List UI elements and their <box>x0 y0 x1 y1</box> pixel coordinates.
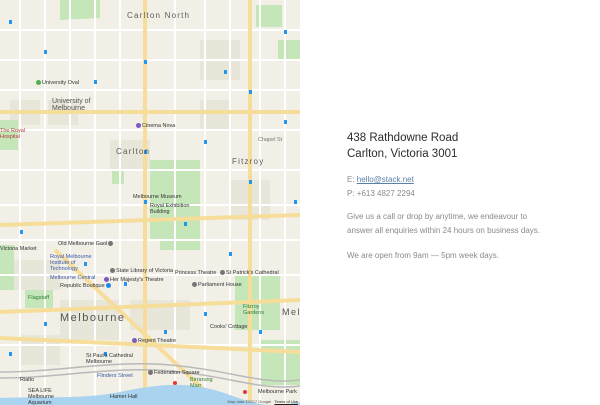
theatre-pin-icon <box>132 338 137 343</box>
poi-melbourne-central[interactable]: Melbourne Central <box>50 275 95 282</box>
area-label-carlton-north: Carlton North <box>127 11 191 20</box>
shop-pin-icon <box>105 283 111 288</box>
area-label-carlton: Carlton <box>116 147 151 156</box>
poi-her-majestys-theatre[interactable]: Her Majesty's Theatre <box>104 277 164 283</box>
area-label-melbourne-edge: Mel <box>282 307 300 317</box>
poi-state-library[interactable]: State Library of Victoria <box>110 268 173 274</box>
landmark-pin-icon <box>192 282 197 287</box>
location-map[interactable]: Carlton North Carlton Fitzroy Melbourne … <box>0 0 300 405</box>
poi-cooks-cottage[interactable]: Cooks' Cottage <box>210 324 247 331</box>
poi-victoria-market[interactable]: Victoria Market <box>0 246 37 253</box>
contact-message: Give us a call or drop by anytime, we en… <box>347 212 540 235</box>
opening-hours: We are open from 9am — 5pm week days. <box>347 251 499 260</box>
poi-st-pauls-cathedral[interactable]: St Paul's Cathedral Melbourne <box>86 353 133 365</box>
poi-fitzroy-gardens[interactable]: Fitzroy Gardens <box>243 304 264 316</box>
landmark-pin-icon <box>148 370 153 375</box>
landmark-pin-icon <box>108 241 114 246</box>
poi-flagstaff[interactable]: Flagstaff <box>28 295 49 302</box>
poi-royal-hospital[interactable]: The Royal Hospital <box>0 128 25 140</box>
terms-of-use-link[interactable]: Terms of Use <box>274 399 298 404</box>
poi-university-of-melbourne[interactable]: University of Melbourne <box>52 98 91 113</box>
library-pin-icon <box>110 268 115 273</box>
poi-princess-theatre[interactable]: Princess Theatre <box>175 270 216 277</box>
poi-flinders-street[interactable]: Flinders Street <box>97 373 133 380</box>
area-label-melbourne: Melbourne <box>60 312 126 324</box>
poi-cinema-nova[interactable]: Cinema Nova <box>136 123 175 129</box>
road-label-chapel-st: Chapel St <box>258 137 283 143</box>
poi-royal-exhibition-building[interactable]: Royal Exhibition Building <box>150 203 189 215</box>
poi-old-melbourne-gaol[interactable]: Old Melbourne Gaol <box>58 241 114 247</box>
map-attribution: Map data ©2017 Google Terms of Use <box>227 399 298 404</box>
phone-number: P: +613 4827 2294 <box>347 189 415 198</box>
contact-info-panel: 438 Rathdowne Road Carlton, Victoria 300… <box>347 130 547 263</box>
area-label-fitzroy: Fitzroy <box>232 157 265 166</box>
theatre-pin-icon <box>104 277 109 282</box>
email-link[interactable]: hello@stack.net <box>357 175 414 184</box>
church-pin-icon <box>220 270 225 275</box>
poi-republic-boutique[interactable]: Republic Boutique <box>60 283 112 289</box>
email-row: E: hello@stack.net <box>347 173 547 187</box>
poi-melbourne-park[interactable]: Melbourne Park <box>258 389 297 396</box>
address-line-1: 438 Rathdowne Road <box>347 132 459 144</box>
poi-federation-square[interactable]: Federation Square <box>148 370 200 376</box>
poi-st-patricks-cathedral[interactable]: St Patrick's Cathedral <box>220 270 279 276</box>
poi-rmit[interactable]: Royal Melbourne Institute of Technology <box>50 254 92 272</box>
park-pin-icon <box>36 80 41 85</box>
email-prefix: E: <box>347 175 357 184</box>
contact-details: E: hello@stack.net P: +613 4827 2294 <box>347 173 547 201</box>
poi-parliament-house[interactable]: Parliament House <box>192 282 242 288</box>
poi-sea-life-aquarium[interactable]: SEA LIFE Melbourne Aquarium <box>28 388 54 405</box>
poi-university-oval[interactable]: University Oval <box>36 80 79 86</box>
poi-regent-theatre[interactable]: Regent Theatre <box>132 338 176 344</box>
cinema-pin-icon <box>136 123 141 128</box>
poi-birrarung-marr[interactable]: Birrarung Marr <box>190 377 213 389</box>
address-line-2: Carlton, Victoria 3001 <box>347 148 458 160</box>
poi-hamer-hall[interactable]: Hamer Hall <box>110 394 138 401</box>
poi-melbourne-museum[interactable]: Melbourne Museum <box>133 194 182 201</box>
poi-rialto[interactable]: Rialto <box>20 377 34 384</box>
